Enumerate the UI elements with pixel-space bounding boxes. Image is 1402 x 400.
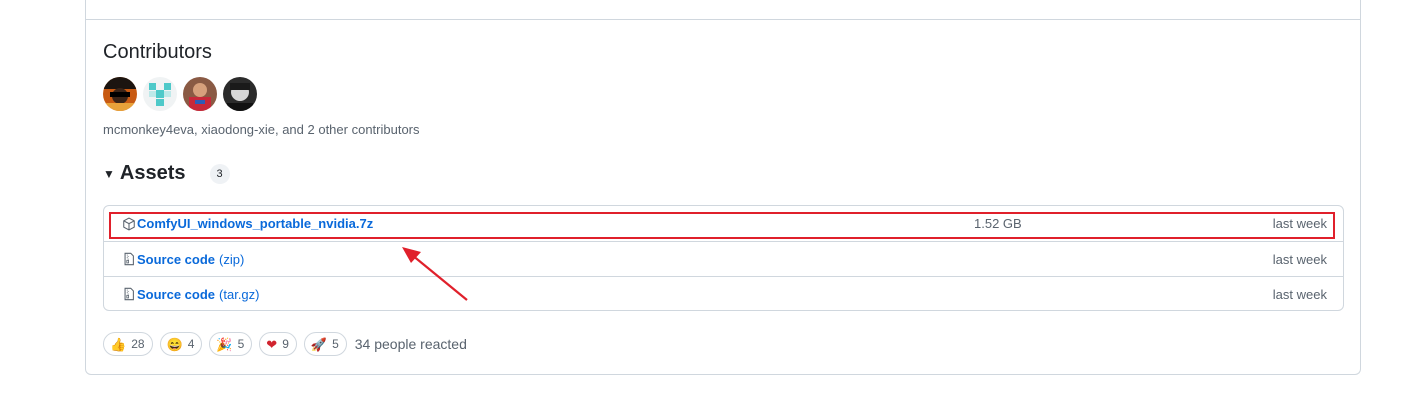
- highlight-box: [109, 212, 1335, 239]
- reaction-laugh[interactable]: 😄 4: [159, 332, 203, 356]
- section-divider: [86, 19, 1360, 20]
- thumbs-up-icon: 👍: [110, 336, 127, 352]
- caret-down-icon[interactable]: ▼: [103, 167, 115, 181]
- reaction-count: 4: [187, 337, 195, 351]
- contributors-summary: mcmonkey4eva, xiaodong-xie, and 2 other …: [103, 122, 420, 137]
- asset-link[interactable]: Source code (zip): [137, 252, 244, 267]
- asset-date: last week: [1272, 286, 1327, 302]
- release-card: Contributors mcmonkey4eva, xiaodong-xie,…: [85, 0, 1361, 375]
- asset-date: last week: [1272, 251, 1327, 267]
- asset-name[interactable]: Source code: [137, 287, 215, 302]
- reaction-thumbs-up[interactable]: 👍 28: [103, 332, 153, 356]
- laugh-icon: 😄: [166, 336, 183, 352]
- list-item: Source code (zip) last week: [104, 241, 1343, 276]
- avatar[interactable]: [143, 77, 177, 111]
- reaction-count: 28: [131, 337, 145, 351]
- reactions-summary[interactable]: 34 people reacted: [355, 336, 467, 352]
- avatar[interactable]: [103, 77, 137, 111]
- reaction-count: 5: [332, 337, 339, 351]
- asset-ext[interactable]: (tar.gz): [219, 287, 259, 302]
- assets-title[interactable]: Assets: [120, 162, 186, 185]
- contributors-title: Contributors: [103, 41, 212, 63]
- reaction-count: 9: [282, 337, 289, 351]
- reaction-hooray[interactable]: 🎉 5: [209, 332, 253, 356]
- contributor-avatars: [103, 77, 257, 111]
- heart-icon: ❤: [266, 336, 278, 352]
- asset-ext[interactable]: (zip): [219, 252, 244, 267]
- asset-link[interactable]: Source code (tar.gz): [137, 287, 260, 302]
- list-item: Source code (tar.gz) last week: [104, 276, 1343, 311]
- reaction-count: 5: [237, 337, 245, 351]
- file-zip-icon: [124, 287, 134, 301]
- reactions-bar: 👍 28 😄 4 🎉 5 ❤ 9 🚀 5 34 people reacted: [103, 332, 467, 356]
- assets-header[interactable]: ▼ Assets 3: [103, 162, 230, 185]
- file-zip-icon: [124, 252, 134, 266]
- avatar[interactable]: [183, 77, 217, 111]
- hooray-icon: 🎉: [216, 336, 233, 352]
- avatar[interactable]: [223, 77, 257, 111]
- asset-name[interactable]: Source code: [137, 252, 215, 267]
- reaction-rocket[interactable]: 🚀 5: [303, 332, 347, 356]
- assets-count-badge: 3: [209, 163, 230, 184]
- reaction-heart[interactable]: ❤ 9: [259, 332, 297, 356]
- rocket-icon: 🚀: [310, 336, 328, 352]
